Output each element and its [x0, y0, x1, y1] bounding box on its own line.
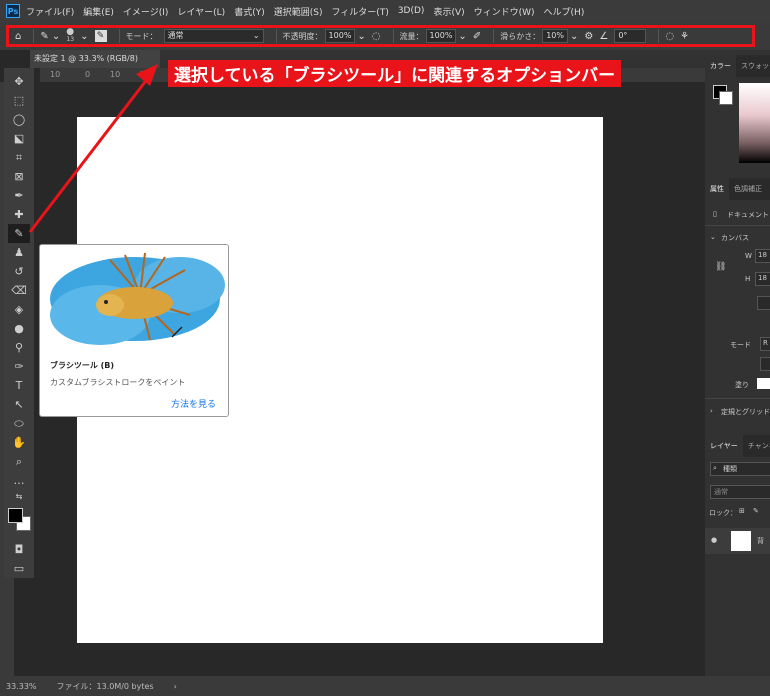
tab-swatches[interactable]: スウォッチ: [736, 61, 770, 71]
mode-label: モード: [730, 341, 751, 349]
blend-mode-select[interactable]: 通常: [710, 485, 770, 499]
bit-depth-select[interactable]: [760, 357, 770, 371]
layer-row[interactable]: ● 背: [705, 528, 770, 554]
chevron-right-icon[interactable]: ›: [174, 682, 177, 691]
file-info: ファイル：13.0M/0 bytes: [56, 681, 154, 691]
width-value: 18: [758, 251, 767, 259]
orientation-button[interactable]: [757, 296, 770, 310]
chevron-down-icon[interactable]: ⌄: [710, 233, 716, 241]
layers-filter-value: 種類: [723, 465, 737, 473]
tab-color[interactable]: カラー: [705, 55, 736, 77]
width-input[interactable]: 18: [755, 249, 770, 263]
tab-layers[interactable]: レイヤー: [705, 435, 743, 457]
background-color-swatch[interactable]: [719, 91, 733, 105]
properties-panel-tabs: 属性 色調補正: [705, 178, 770, 200]
document-label: ドキュメント: [727, 211, 769, 219]
width-label: W: [745, 252, 752, 260]
canvas-section-label: カンバス: [721, 234, 749, 242]
color-panel-tabs: カラー スウォッチ: [705, 55, 770, 77]
arrow-head: [136, 64, 158, 86]
layers-panel-tabs: レイヤー チャンネル: [705, 435, 770, 457]
divider: [705, 398, 770, 399]
tool-tooltip-card: ブラシツール (B) カスタムブラシストロークをペイント 方法を見る: [39, 244, 229, 417]
height-input[interactable]: 18: [755, 272, 770, 286]
divider: [705, 225, 770, 226]
document-icon: ▯: [713, 210, 717, 218]
chevron-right-icon[interactable]: ›: [710, 407, 713, 415]
blend-mode-value: 通常: [714, 488, 728, 496]
layers-filter-input[interactable]: ⌕ 種類: [710, 462, 770, 476]
status-bar: 33.33% ファイル：13.0M/0 bytes ›: [0, 676, 770, 696]
tab-adjustments[interactable]: 色調補正: [729, 184, 767, 194]
annotation-label: 選択している「ブラシツール」に関連するオプションバー: [168, 60, 622, 87]
lock-pixels-icon[interactable]: ⊞: [739, 507, 745, 515]
tab-properties[interactable]: 属性: [705, 178, 729, 200]
eye-icon[interactable]: ●: [711, 536, 717, 544]
tab-channels[interactable]: チャンネル: [743, 441, 770, 451]
fill-label: 塗り: [735, 381, 749, 389]
mode-value: R: [763, 339, 768, 347]
arrow-line: [28, 77, 150, 233]
layer-name: 背: [757, 537, 764, 545]
learn-how-link[interactable]: 方法を見る: [171, 397, 216, 410]
rulers-section-label: 定規とグリッド: [721, 408, 770, 416]
layer-thumbnail: [731, 531, 751, 551]
tooltip-title: ブラシツール (B): [50, 361, 115, 370]
fill-color-swatch[interactable]: [757, 378, 770, 389]
zoom-level[interactable]: 33.33%: [6, 682, 37, 691]
link-icon[interactable]: ⛓: [715, 262, 726, 272]
lionfish-illustration: [40, 245, 228, 353]
search-icon: ⌕: [713, 464, 717, 472]
right-panels: カラー スウォッチ 属性 色調補正 ▯ ドキュメント ⌄ カンバス W 18 ⛓…: [705, 50, 770, 676]
tooltip-description: カスタムブラシストロークをペイント: [50, 378, 186, 387]
color-picker-field[interactable]: [739, 83, 770, 163]
mode-select[interactable]: R: [760, 337, 770, 351]
lock-brush-icon[interactable]: ✎: [753, 507, 759, 515]
lock-label: ロック：: [709, 509, 737, 517]
height-value: 18: [758, 274, 767, 282]
height-label: H: [745, 275, 751, 283]
